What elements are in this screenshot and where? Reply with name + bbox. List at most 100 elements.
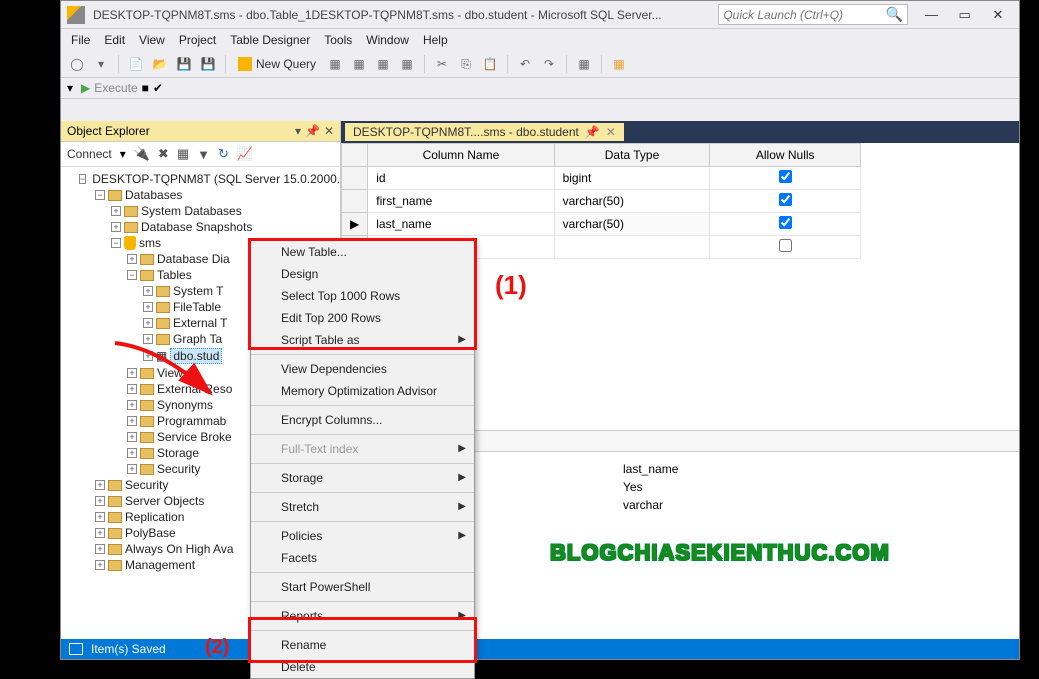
- maximize-button[interactable]: ▭: [950, 4, 980, 26]
- tb-icon[interactable]: ▦: [325, 54, 345, 74]
- minimize-button[interactable]: —: [916, 4, 946, 26]
- context-item[interactable]: Design: [251, 263, 474, 285]
- stop-button[interactable]: ■: [142, 81, 149, 95]
- context-item[interactable]: Edit Top 200 Rows: [251, 307, 474, 329]
- tree-system-db[interactable]: System Databases: [141, 204, 242, 218]
- tree-server[interactable]: DESKTOP-TQPNM8T (SQL Server 15.0.2000.5: [92, 172, 340, 186]
- stop-icon[interactable]: ▦: [177, 146, 189, 162]
- tb-icon[interactable]: ▦: [397, 54, 417, 74]
- menu-help[interactable]: Help: [423, 33, 448, 47]
- tree-security-db[interactable]: Security: [157, 462, 200, 476]
- disconnect-icon[interactable]: ✖: [158, 146, 169, 162]
- tree-external[interactable]: External T: [173, 316, 227, 330]
- allow-nulls-checkbox[interactable]: [779, 239, 792, 252]
- tree-synonyms[interactable]: Synonyms: [157, 398, 213, 412]
- menu-edit[interactable]: Edit: [104, 33, 125, 47]
- menu-file[interactable]: File: [71, 33, 90, 47]
- filter-icon[interactable]: ▼: [197, 147, 210, 162]
- tree-storage[interactable]: Storage: [157, 446, 199, 460]
- forward-button[interactable]: ▾: [91, 54, 111, 74]
- copy-button[interactable]: ⎘: [456, 54, 476, 74]
- context-item[interactable]: Facets: [251, 547, 474, 569]
- close-panel-icon[interactable]: ✕: [324, 124, 334, 138]
- allow-nulls-checkbox[interactable]: [779, 216, 792, 229]
- tree-alwayson[interactable]: Always On High Ava: [125, 542, 234, 556]
- menu-project[interactable]: Project: [179, 33, 216, 47]
- parse-button[interactable]: ✔: [153, 81, 163, 95]
- context-item[interactable]: Storage▶: [251, 467, 474, 489]
- quick-launch-input[interactable]: [723, 8, 886, 22]
- tb-icon[interactable]: ▦: [574, 54, 594, 74]
- tree-security[interactable]: Security: [125, 478, 168, 492]
- context-item[interactable]: Delete: [251, 656, 474, 678]
- context-item[interactable]: Memory Optimization Advisor: [251, 380, 474, 402]
- context-item[interactable]: New Table...: [251, 241, 474, 263]
- context-item[interactable]: View Dependencies: [251, 358, 474, 380]
- paste-button[interactable]: 📋: [480, 54, 500, 74]
- execute-button[interactable]: ▶Execute: [81, 81, 138, 95]
- tb-icon[interactable]: ▦: [609, 54, 629, 74]
- col-header-nulls[interactable]: Allow Nulls: [710, 144, 861, 167]
- pin-icon[interactable]: 📌: [585, 125, 600, 139]
- tb-icon[interactable]: ▦: [373, 54, 393, 74]
- search-icon[interactable]: 🔍: [886, 6, 903, 23]
- tree-tables[interactable]: Tables: [157, 268, 192, 282]
- activity-icon[interactable]: 📈: [237, 146, 253, 162]
- tree-replication[interactable]: Replication: [125, 510, 184, 524]
- undo-button[interactable]: ↶: [515, 54, 535, 74]
- save-button[interactable]: 💾: [174, 54, 194, 74]
- menu-table-designer[interactable]: Table Designer: [230, 33, 310, 47]
- refresh-icon[interactable]: ↻: [218, 146, 229, 162]
- tree-server-objects[interactable]: Server Objects: [125, 494, 204, 508]
- col-header-type[interactable]: Data Type: [554, 144, 710, 167]
- menu-tools[interactable]: Tools: [324, 33, 352, 47]
- pin-icon[interactable]: 📌: [305, 124, 320, 138]
- cut-button[interactable]: ✂: [432, 54, 452, 74]
- save-all-button[interactable]: 💾: [198, 54, 218, 74]
- context-item[interactable]: Rename: [251, 634, 474, 656]
- new-query-button[interactable]: New Query: [233, 55, 321, 73]
- allow-nulls-checkbox[interactable]: [779, 193, 792, 206]
- column-row[interactable]: ▶ last_name varchar(50): [342, 213, 861, 236]
- tree-polybase[interactable]: PolyBase: [125, 526, 176, 540]
- tree-svcbroker[interactable]: Service Broke: [157, 430, 232, 444]
- col-header-name[interactable]: Column Name: [368, 144, 554, 167]
- menu-window[interactable]: Window: [366, 33, 409, 47]
- tree-selected-table[interactable]: dbo.stud: [170, 348, 222, 364]
- new-file-button[interactable]: 📄: [126, 54, 146, 74]
- tree-extres[interactable]: External Reso: [157, 382, 232, 396]
- back-button[interactable]: ◯: [67, 54, 87, 74]
- connect-button[interactable]: Connect: [67, 147, 112, 161]
- context-item[interactable]: Start PowerShell: [251, 576, 474, 598]
- expand-icon[interactable]: −: [79, 174, 86, 184]
- context-item[interactable]: Reports▶: [251, 605, 474, 627]
- context-item[interactable]: Script Table as▶: [251, 329, 474, 351]
- tb-icon[interactable]: ▾: [67, 81, 73, 95]
- tree-databases[interactable]: Databases: [125, 188, 182, 202]
- tb-icon[interactable]: ▦: [349, 54, 369, 74]
- context-item[interactable]: Select Top 1000 Rows: [251, 285, 474, 307]
- context-item[interactable]: Encrypt Columns...: [251, 409, 474, 431]
- connect-icon[interactable]: 🔌: [134, 146, 150, 162]
- tree-filetable[interactable]: FileTable: [173, 300, 221, 314]
- tree-sms[interactable]: sms: [139, 236, 161, 250]
- menu-view[interactable]: View: [139, 33, 165, 47]
- context-item[interactable]: Policies▶: [251, 525, 474, 547]
- allow-nulls-checkbox[interactable]: [779, 170, 792, 183]
- column-row[interactable]: id bigint: [342, 167, 861, 190]
- close-button[interactable]: ✕: [983, 4, 1013, 26]
- tree-systables[interactable]: System T: [173, 284, 223, 298]
- tree-snapshots[interactable]: Database Snapshots: [141, 220, 252, 234]
- open-button[interactable]: 📂: [150, 54, 170, 74]
- tree-graph[interactable]: Graph Ta: [173, 332, 222, 346]
- tree-programmab[interactable]: Programmab: [157, 414, 226, 428]
- column-row[interactable]: first_name varchar(50): [342, 190, 861, 213]
- tree-views[interactable]: Views: [157, 366, 189, 380]
- context-item[interactable]: Stretch▶: [251, 496, 474, 518]
- tree-management[interactable]: Management: [125, 558, 195, 572]
- redo-button[interactable]: ↷: [539, 54, 559, 74]
- dropdown-icon[interactable]: ▾: [295, 124, 301, 138]
- tree-dbdiag[interactable]: Database Dia: [157, 252, 230, 266]
- quick-launch-box[interactable]: 🔍: [718, 4, 908, 25]
- tab-student[interactable]: DESKTOP-TQPNM8T....sms - dbo.student 📌 ✕: [345, 123, 624, 141]
